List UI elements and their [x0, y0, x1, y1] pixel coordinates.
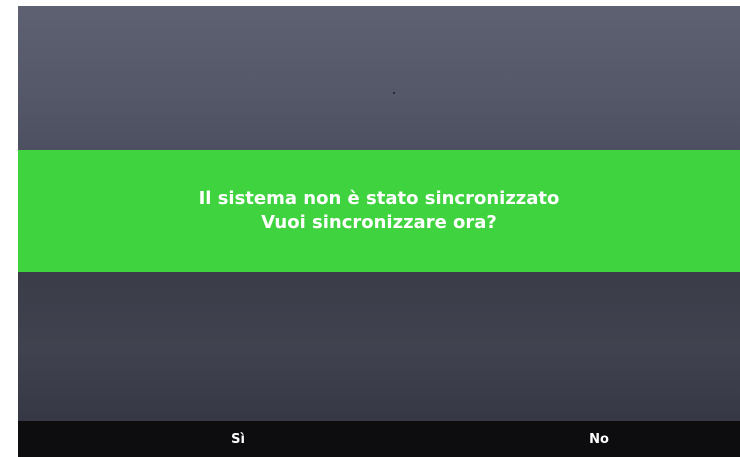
no-button-label: No — [589, 431, 609, 447]
yes-button[interactable]: Sì — [18, 421, 458, 457]
sync-message-line1: Il sistema non è stato sincronizzato — [198, 188, 560, 209]
photo-frame: Il sistema non è stato sincronizzato Vuo… — [0, 0, 740, 457]
screen-top-area — [18, 6, 740, 150]
yes-button-label: Sì — [231, 431, 245, 447]
device-screen: Il sistema non è stato sincronizzato Vuo… — [18, 6, 740, 457]
sync-prompt-banner: Il sistema non è stato sincronizzato Vuo… — [18, 150, 740, 272]
no-button[interactable]: No — [458, 421, 740, 457]
screen-dust-speck — [393, 92, 395, 94]
sync-message-line2: Vuoi sincronizzare ora? — [261, 212, 497, 233]
screen-lower-area — [18, 272, 740, 421]
softkey-bar: Sì No — [18, 421, 740, 457]
